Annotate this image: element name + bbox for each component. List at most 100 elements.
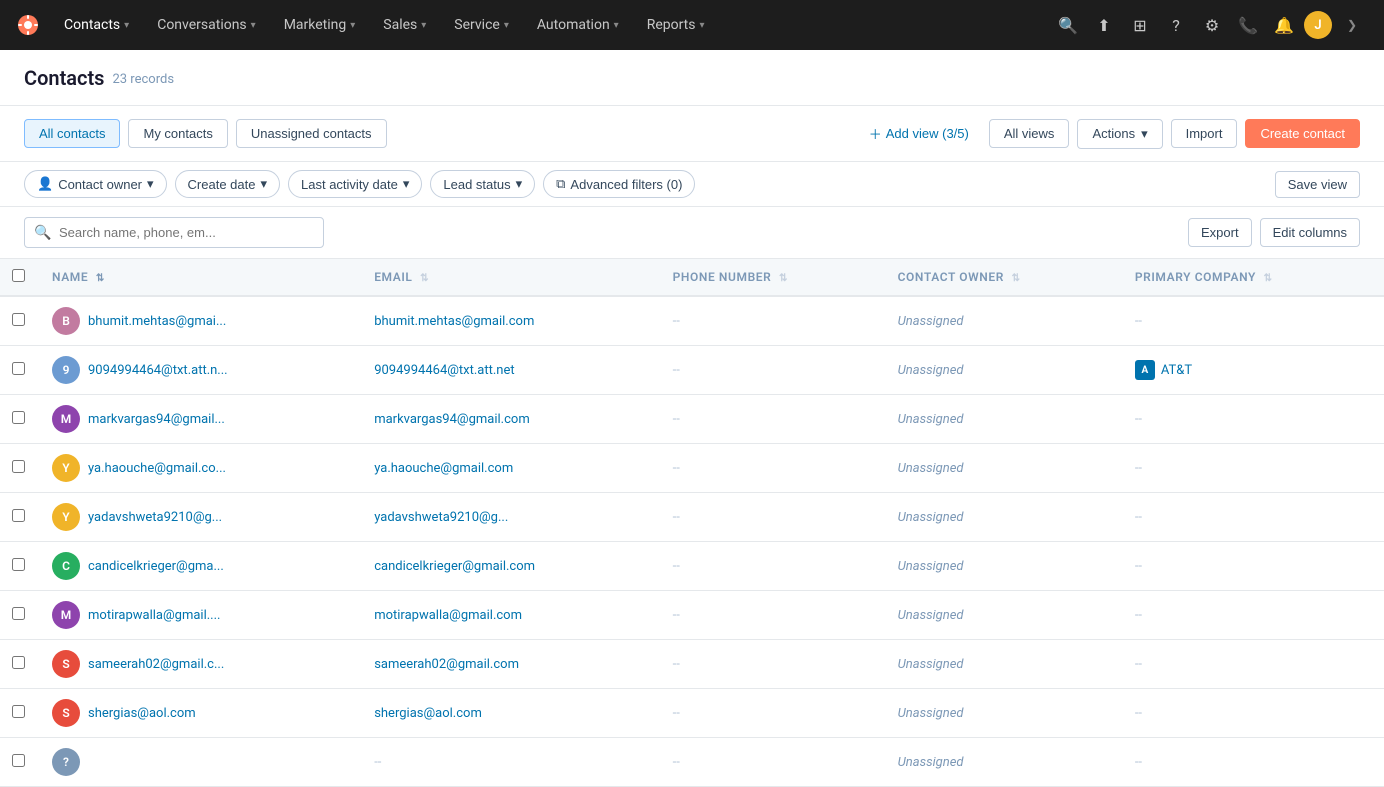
contact-email-link[interactable]: yadavshweta9210@g... <box>374 510 508 525</box>
contact-email-link[interactable]: motirapwalla@gmail.com <box>374 608 522 623</box>
search-input[interactable] <box>24 217 324 248</box>
row-phone-cell: -- <box>661 689 886 738</box>
nav-item-automation[interactable]: Automation ▾ <box>525 11 631 39</box>
nav-label-conversations: Conversations <box>157 17 246 33</box>
upgrade-button[interactable]: ⬆ <box>1088 9 1120 41</box>
row-phone-cell: -- <box>661 542 886 591</box>
col-header-name[interactable]: Name ⇅ <box>40 259 362 296</box>
filter-icon: 👤 <box>37 176 53 192</box>
row-checkbox[interactable] <box>12 411 25 424</box>
contact-email-link[interactable]: sameerah02@gmail.com <box>374 657 519 672</box>
nav-item-reports[interactable]: Reports ▾ <box>635 11 717 39</box>
contact-name-link[interactable]: candicelkrieger@gma... <box>88 559 224 574</box>
calling-button[interactable]: 📞 <box>1232 9 1264 41</box>
add-view-button[interactable]: ＋ Add view (3/5) <box>857 118 981 149</box>
tab-my-contacts[interactable]: My contacts <box>128 119 227 148</box>
tab-all-contacts[interactable]: All contacts <box>24 119 120 148</box>
tab-unassigned-contacts[interactable]: Unassigned contacts <box>236 119 387 148</box>
import-button[interactable]: Import <box>1171 119 1238 148</box>
all-views-button[interactable]: All views <box>989 119 1070 148</box>
row-checkbox-cell <box>0 689 40 738</box>
chevron-down-icon: ▾ <box>421 20 426 31</box>
col-header-owner[interactable]: Contact Owner ⇅ <box>886 259 1123 296</box>
row-checkbox[interactable] <box>12 607 25 620</box>
row-owner-cell: Unassigned <box>886 346 1123 395</box>
actions-button[interactable]: Actions ▾ <box>1077 119 1162 149</box>
contact-name-link[interactable]: markvargas94@gmail... <box>88 412 225 427</box>
save-view-button[interactable]: Save view <box>1275 171 1360 198</box>
contact-name-link[interactable]: bhumit.mehtas@gmai... <box>88 314 226 329</box>
row-phone-cell: -- <box>661 444 886 493</box>
row-checkbox-cell <box>0 296 40 346</box>
row-checkbox[interactable] <box>12 656 25 669</box>
nav-item-contacts[interactable]: Contacts ▾ <box>52 11 141 39</box>
col-header-phone[interactable]: Phone Number ⇅ <box>661 259 886 296</box>
contact-owner-filter[interactable]: 👤 Contact owner ▾ <box>24 170 167 198</box>
col-header-email[interactable]: Email ⇅ <box>362 259 660 296</box>
contact-name-link[interactable]: 9094994464@txt.att.n... <box>88 363 228 378</box>
toolbar-right: ＋ Add view (3/5) All views Actions ▾ Imp… <box>857 118 1360 149</box>
row-phone-cell: -- <box>661 296 886 346</box>
contact-email-link[interactable]: markvargas94@gmail.com <box>374 412 530 427</box>
nav-item-service[interactable]: Service ▾ <box>442 11 521 39</box>
row-checkbox[interactable] <box>12 362 25 375</box>
hubspot-logo[interactable] <box>16 13 40 37</box>
contact-email-link[interactable]: ya.haouche@gmail.com <box>374 461 513 476</box>
help-button[interactable]: ? <box>1160 9 1192 41</box>
checkbox-header[interactable] <box>0 259 40 296</box>
company-name-link[interactable]: AT&T <box>1161 363 1192 378</box>
row-checkbox[interactable] <box>12 705 25 718</box>
row-email-cell: sameerah02@gmail.com <box>362 640 660 689</box>
nav-expand-icon[interactable]: ❯ <box>1336 9 1368 41</box>
avatar: ? <box>52 748 80 776</box>
row-checkbox[interactable] <box>12 509 25 522</box>
filter-row: 👤 Contact owner ▾ Create date ▾ Last act… <box>0 162 1384 207</box>
table-header-row: Name ⇅ Email ⇅ Phone Number ⇅ Contact Ow… <box>0 259 1384 296</box>
contact-email-link[interactable]: candicelkrieger@gmail.com <box>374 559 535 574</box>
notifications-button[interactable]: 🔔 <box>1268 9 1300 41</box>
contact-name-link[interactable]: motirapwalla@gmail.... <box>88 608 220 623</box>
nav-item-sales[interactable]: Sales ▾ <box>371 11 438 39</box>
col-header-company[interactable]: Primary Company ⇅ <box>1123 259 1384 296</box>
row-checkbox-cell <box>0 493 40 542</box>
last-activity-date-filter[interactable]: Last activity date ▾ <box>288 170 422 198</box>
settings-button[interactable]: ⚙ <box>1196 9 1228 41</box>
empty-email: -- <box>374 755 381 770</box>
select-all-checkbox[interactable] <box>12 269 25 282</box>
owner-value: Unassigned <box>898 706 964 721</box>
search-nav-button[interactable]: 🔍 <box>1052 9 1084 41</box>
marketplace-button[interactable]: ⊞ <box>1124 9 1156 41</box>
contact-name-link[interactable]: shergias@aol.com <box>88 706 196 721</box>
advanced-filters-button[interactable]: ⧉ Advanced filters (0) <box>543 170 695 198</box>
nav-label-reports: Reports <box>647 17 696 33</box>
user-avatar[interactable]: J <box>1304 11 1332 39</box>
row-email-cell: ya.haouche@gmail.com <box>362 444 660 493</box>
name-with-avatar: Ccandicelkrieger@gma... <box>52 552 350 580</box>
contact-name-link[interactable]: yadavshweta9210@g... <box>88 510 222 525</box>
contact-email-link[interactable]: 9094994464@txt.att.net <box>374 363 514 378</box>
row-owner-cell: Unassigned <box>886 591 1123 640</box>
filter-sliders-icon: ⧉ <box>556 176 565 192</box>
row-checkbox[interactable] <box>12 558 25 571</box>
owner-value: Unassigned <box>898 657 964 672</box>
row-checkbox[interactable] <box>12 460 25 473</box>
sort-icon: ⇅ <box>420 273 429 284</box>
nav-item-marketing[interactable]: Marketing ▾ <box>272 11 368 39</box>
name-with-avatar: ? <box>52 748 350 776</box>
row-checkbox[interactable] <box>12 754 25 767</box>
row-checkbox[interactable] <box>12 313 25 326</box>
edit-columns-button[interactable]: Edit columns <box>1260 218 1360 247</box>
contact-email-link[interactable]: bhumit.mehtas@gmail.com <box>374 314 534 329</box>
nav-label-contacts: Contacts <box>64 17 120 33</box>
nav-item-conversations[interactable]: Conversations ▾ <box>145 11 268 39</box>
contact-name-link[interactable]: sameerah02@gmail.c... <box>88 657 224 672</box>
export-button[interactable]: Export <box>1188 218 1252 247</box>
contact-email-link[interactable]: shergias@aol.com <box>374 706 482 721</box>
row-company-cell: -- <box>1123 738 1384 787</box>
lead-status-filter[interactable]: Lead status ▾ <box>430 170 535 198</box>
create-date-filter[interactable]: Create date ▾ <box>175 170 280 198</box>
create-contact-button[interactable]: Create contact <box>1245 119 1360 148</box>
phone-value: -- <box>673 510 680 525</box>
search-wrapper: 🔍 <box>24 217 324 248</box>
contact-name-link[interactable]: ya.haouche@gmail.co... <box>88 461 226 476</box>
